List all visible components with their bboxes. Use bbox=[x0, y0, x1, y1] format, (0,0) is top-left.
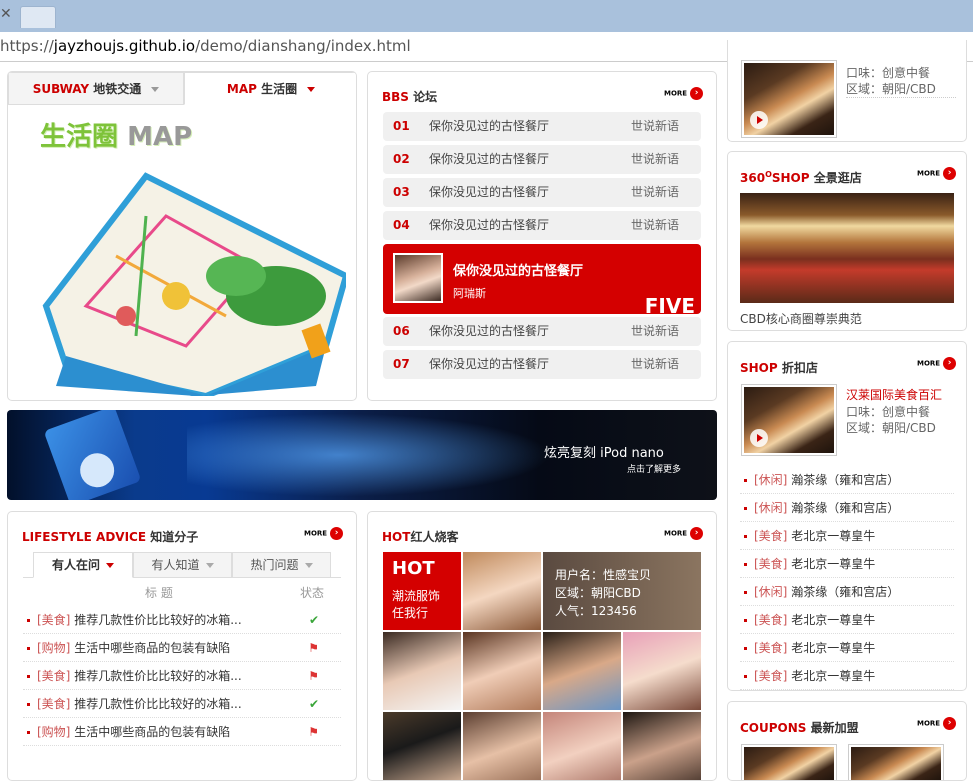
rank-label: FIVE bbox=[644, 294, 695, 314]
close-icon[interactable]: ✕ bbox=[0, 4, 12, 24]
hot-more-link[interactable]: MORE › bbox=[664, 527, 704, 540]
ipod-banner[interactable]: 炫亮复刻 iPod nano 点击了解更多 bbox=[7, 410, 717, 500]
tab-subway[interactable]: SUBWAY 地铁交通 bbox=[8, 72, 184, 105]
hot-person-photo[interactable] bbox=[383, 712, 461, 780]
arrow-right-icon: › bbox=[943, 357, 957, 370]
flag-icon: ⚑ bbox=[308, 725, 319, 739]
shop360-panel: 360OSHOP 全景逛店 MORE › CBD核心商圈尊崇典范 bbox=[727, 151, 967, 331]
check-icon: ✔ bbox=[308, 697, 319, 711]
hot-people-panel: HOT红人烧客 MORE › HOT 潮流服饰 任我行 用户名：性感宝贝 区域：朝… bbox=[367, 511, 717, 781]
discount-shop-panel: SHOP 折扣店 MORE › 汉莱国际美食百汇 口味：创意中餐 区域：朝阳/CB… bbox=[727, 341, 967, 691]
bbs-row[interactable]: 04 保你没见过的古怪餐厅 世说新语 bbox=[383, 211, 701, 240]
avatar bbox=[393, 253, 443, 303]
list-item[interactable]: [购物] 生活中哪些商品的包装有缺陷 ⚑ bbox=[23, 634, 341, 662]
banner-headline: 炫亮复刻 iPod nano bbox=[544, 446, 664, 461]
tab-knowing[interactable]: 有人知道 bbox=[133, 552, 232, 578]
lifestyle-panel: LIFESTYLE ADVICE 知道分子 MORE › 有人在问 有人知道 热门… bbox=[7, 511, 357, 781]
tab-hot-questions[interactable]: 热门问题 bbox=[232, 552, 331, 578]
play-icon bbox=[750, 429, 768, 447]
column-header-status: 状态 bbox=[300, 586, 325, 600]
shop360-more-link[interactable]: MORE › bbox=[917, 167, 957, 180]
flag-icon: ⚑ bbox=[308, 669, 319, 683]
bbs-title: BBS 论坛 bbox=[382, 90, 438, 104]
arrow-right-icon: › bbox=[943, 167, 957, 180]
hot-title: HOT红人烧客 bbox=[382, 530, 459, 544]
restaurant-card-top: 口味：创意中餐 区域：朝阳/CBD bbox=[727, 40, 967, 142]
coupons-panel: COUPONS 最新加盟 MORE › bbox=[727, 701, 967, 781]
map-title: 生活圈 MAP bbox=[40, 122, 193, 152]
panorama-caption: CBD核心商圈尊崇典范 bbox=[740, 312, 862, 326]
bbs-row[interactable]: 01 保你没见过的古怪餐厅 世说新语 bbox=[383, 112, 701, 141]
chevron-down-icon bbox=[205, 563, 214, 568]
banner-subtext: 点击了解更多 bbox=[627, 465, 682, 475]
subway-map-panel: SUBWAY 地铁交通 MAP 生活圈 生活圈 MAP bbox=[7, 71, 357, 401]
restaurant-photo[interactable] bbox=[741, 60, 837, 138]
list-item[interactable]: [美食] 老北京一尊皇牛 bbox=[740, 634, 954, 662]
tab-map[interactable]: MAP 生活圈 bbox=[184, 72, 356, 105]
url-text: https://jayzhoujs.github.io/demo/diansha… bbox=[0, 37, 411, 55]
panorama-photo[interactable] bbox=[740, 193, 954, 303]
list-item[interactable]: [美食] 推荐几款性价比比较好的冰箱... ✔ bbox=[23, 690, 341, 718]
list-item[interactable]: [美食] 老北京一尊皇牛 bbox=[740, 606, 954, 634]
shop360-title: 360OSHOP 全景逛店 bbox=[740, 170, 862, 185]
featured-title: 保你没见过的古怪餐厅 bbox=[453, 264, 584, 279]
featured-author: 阿瑞斯 bbox=[453, 287, 486, 300]
play-icon bbox=[750, 111, 768, 129]
restaurant-photo[interactable] bbox=[741, 384, 837, 456]
lifestyle-title: LIFESTYLE ADVICE 知道分子 bbox=[22, 530, 199, 544]
bbs-panel: BBS 论坛 MORE › 01 保你没见过的古怪餐厅 世说新语 02 保你没见过的古怪… bbox=[367, 71, 717, 401]
coupon-photo[interactable] bbox=[741, 744, 837, 780]
coupons-title: COUPONS 最新加盟 bbox=[740, 721, 859, 735]
hot-person-photo[interactable] bbox=[463, 712, 541, 780]
flag-icon: ⚑ bbox=[308, 641, 319, 655]
hot-person-photo[interactable] bbox=[543, 632, 621, 710]
hot-person-photo[interactable] bbox=[623, 712, 701, 780]
hot-person-photo[interactable] bbox=[463, 632, 541, 710]
map-illustration[interactable] bbox=[26, 156, 350, 400]
hot-profile-tile[interactable]: 用户名：性感宝贝 区域：朝阳CBD 人气：123456 bbox=[543, 552, 701, 630]
hot-person-photo[interactable] bbox=[463, 552, 541, 630]
arrow-right-icon: › bbox=[690, 87, 704, 100]
ipod-image bbox=[43, 410, 142, 500]
arrow-right-icon: › bbox=[943, 717, 957, 730]
chevron-down-icon bbox=[304, 563, 313, 568]
chevron-down-icon bbox=[151, 87, 160, 92]
arrow-right-icon: › bbox=[690, 527, 704, 540]
bbs-row[interactable]: 02 保你没见过的古怪餐厅 世说新语 bbox=[383, 145, 701, 174]
bbs-featured-row[interactable]: 保你没见过的古怪餐厅 阿瑞斯 FIVE bbox=[383, 244, 701, 314]
bbs-row[interactable]: 06 保你没见过的古怪餐厅 世说新语 bbox=[383, 317, 701, 346]
list-item[interactable]: [休闲] 瀚茶缘（雍和宫店） bbox=[740, 466, 954, 494]
list-item[interactable]: [美食] 推荐几款性价比比较好的冰箱... ✔ bbox=[23, 606, 341, 634]
arrow-right-icon: › bbox=[330, 527, 344, 540]
list-item[interactable]: [购物] 生活中哪些商品的包装有缺陷 ⚑ bbox=[23, 718, 341, 746]
list-item[interactable]: [美食] 推荐几款性价比比较好的冰箱... ⚑ bbox=[23, 662, 341, 690]
chevron-down-icon bbox=[307, 87, 316, 92]
list-item[interactable]: [美食] 老北京一尊皇牛 bbox=[740, 662, 954, 690]
list-item[interactable]: [美食] 老北京一尊皇牛 bbox=[740, 550, 954, 578]
hot-person-photo[interactable] bbox=[383, 632, 461, 710]
browser-tab-strip: ✕ bbox=[0, 0, 973, 32]
list-item[interactable]: [美食] 老北京一尊皇牛 bbox=[740, 522, 954, 550]
coupons-more-link[interactable]: MORE › bbox=[917, 717, 957, 730]
check-icon: ✔ bbox=[308, 613, 319, 627]
list-item[interactable]: [休闲] 瀚茶缘（雍和宫店） bbox=[740, 578, 954, 606]
bbs-row[interactable]: 03 保你没见过的古怪餐厅 世说新语 bbox=[383, 178, 701, 207]
bbs-row[interactable]: 07 保你没见过的古怪餐厅 世说新语 bbox=[383, 350, 701, 379]
bbs-more-link[interactable]: MORE › bbox=[664, 87, 704, 100]
column-header-title: 标 题 bbox=[145, 586, 173, 600]
tab-asking[interactable]: 有人在问 bbox=[33, 552, 133, 578]
chevron-down-icon bbox=[106, 563, 114, 568]
lifestyle-more-link[interactable]: MORE › bbox=[304, 527, 344, 540]
hot-person-photo[interactable] bbox=[623, 632, 701, 710]
coupon-photo[interactable] bbox=[848, 744, 944, 780]
list-item[interactable]: [休闲] 瀚茶缘（雍和宫店） bbox=[740, 494, 954, 522]
hot-badge-tile[interactable]: HOT 潮流服饰 任我行 bbox=[383, 552, 461, 630]
featured-shop-name[interactable]: 汉莱国际美食百汇 bbox=[846, 386, 942, 403]
discount-shop-more-link[interactable]: MORE › bbox=[917, 357, 957, 370]
browser-tab[interactable] bbox=[20, 6, 56, 28]
discount-shop-title: SHOP 折扣店 bbox=[740, 361, 818, 375]
hot-person-photo[interactable] bbox=[543, 712, 621, 780]
